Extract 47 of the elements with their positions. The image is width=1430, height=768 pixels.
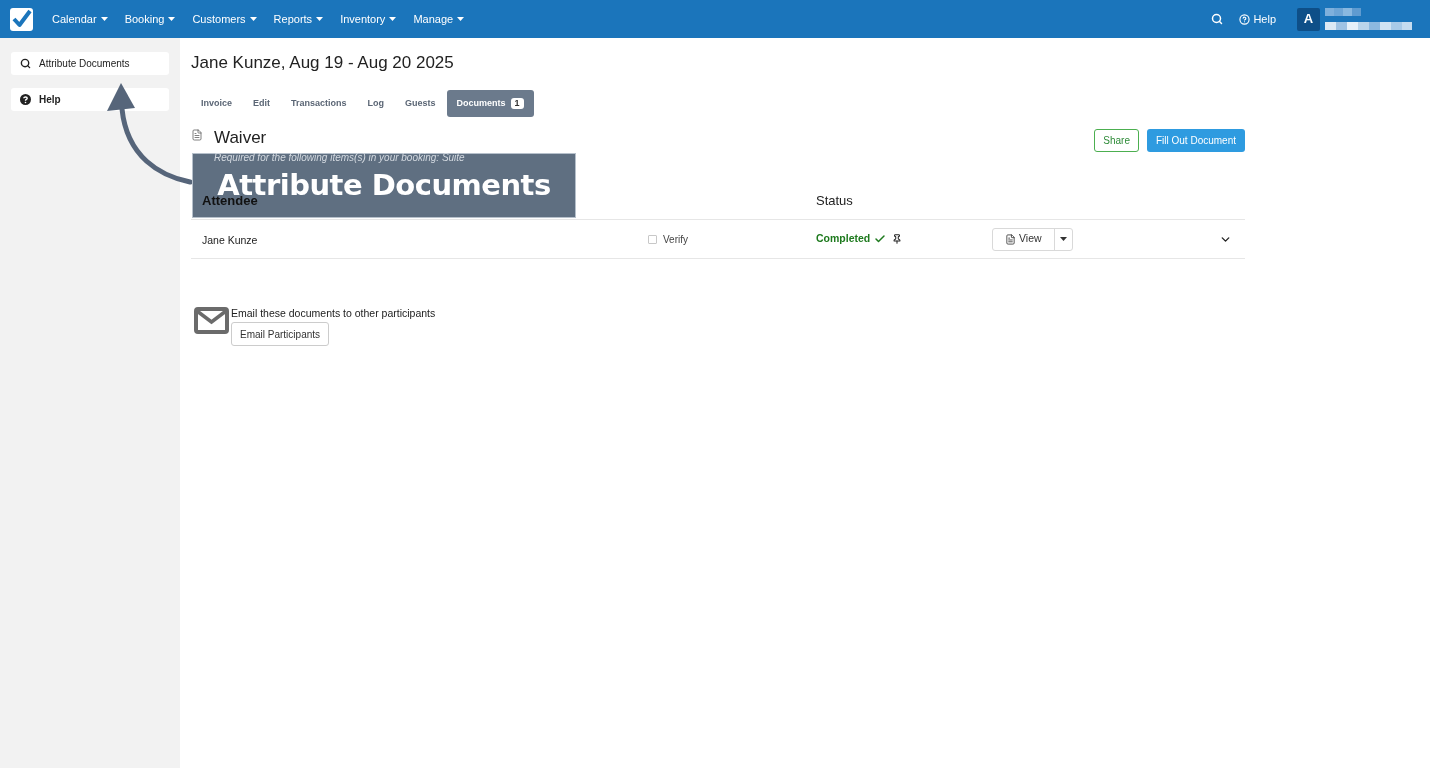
sidebar-item[interactable]: Attribute Documents [11, 52, 169, 75]
question-circle-icon [20, 94, 31, 105]
question-circle-icon [1239, 13, 1251, 25]
share-button[interactable]: Share [1094, 129, 1139, 152]
verify-label: Verify [663, 232, 688, 247]
count-badge: 1 [510, 98, 524, 109]
document-icon [1005, 233, 1016, 245]
envelope-icon [194, 307, 229, 334]
caret-icon [249, 17, 257, 21]
tab[interactable]: Log [357, 90, 395, 117]
caret-icon [457, 17, 465, 21]
nav-menu[interactable]: Reports [273, 11, 324, 27]
requirement-note: Required for the following items(s) in your booking: Suite [214, 151, 465, 164]
nav-menu[interactable]: Customers [192, 11, 257, 27]
caret-icon [316, 17, 324, 21]
view-button[interactable]: View [993, 228, 1055, 250]
tab[interactable]: Documents 1 [446, 90, 534, 117]
attendee-name: Jane Kunze [201, 232, 259, 248]
tab[interactable]: Transactions [281, 90, 357, 117]
tab[interactable]: Invoice [191, 90, 242, 117]
column-header: Status [815, 191, 854, 210]
status-text: Completed [816, 231, 871, 247]
caret-icon [389, 17, 397, 21]
tab[interactable]: Edit [243, 90, 280, 117]
caret-icon [1059, 237, 1067, 241]
pin-icon [892, 234, 903, 244]
page-title: Jane Kunze, Aug 19 - Aug 20 2025 [191, 52, 455, 74]
checkmark-logo-icon[interactable] [10, 7, 33, 31]
caret-icon [168, 17, 176, 21]
document-title: Waiver [214, 128, 268, 148]
nav-menu[interactable]: Inventory [340, 11, 397, 27]
nav-menu[interactable]: Manage [413, 11, 465, 27]
search-icon [20, 58, 31, 69]
caret-icon [100, 17, 108, 21]
document-icon [191, 129, 203, 141]
search-icon[interactable] [1211, 13, 1224, 25]
verify-checkbox[interactable] [648, 234, 657, 244]
check-icon [874, 233, 887, 245]
nav-menu[interactable]: Calendar [52, 11, 108, 27]
nav-menu[interactable]: Booking [124, 11, 176, 27]
help-link[interactable]: Help [1239, 10, 1276, 28]
tab[interactable]: Guests [395, 90, 446, 117]
user-avatar[interactable]: A [1297, 7, 1320, 31]
pixel-mosaic-icon [1325, 8, 1412, 30]
email-prompt-text: Email these documents to other participants [231, 306, 436, 320]
email-participants-button[interactable]: Email Participants [231, 322, 330, 346]
sidebar-item[interactable]: Help [11, 88, 169, 111]
